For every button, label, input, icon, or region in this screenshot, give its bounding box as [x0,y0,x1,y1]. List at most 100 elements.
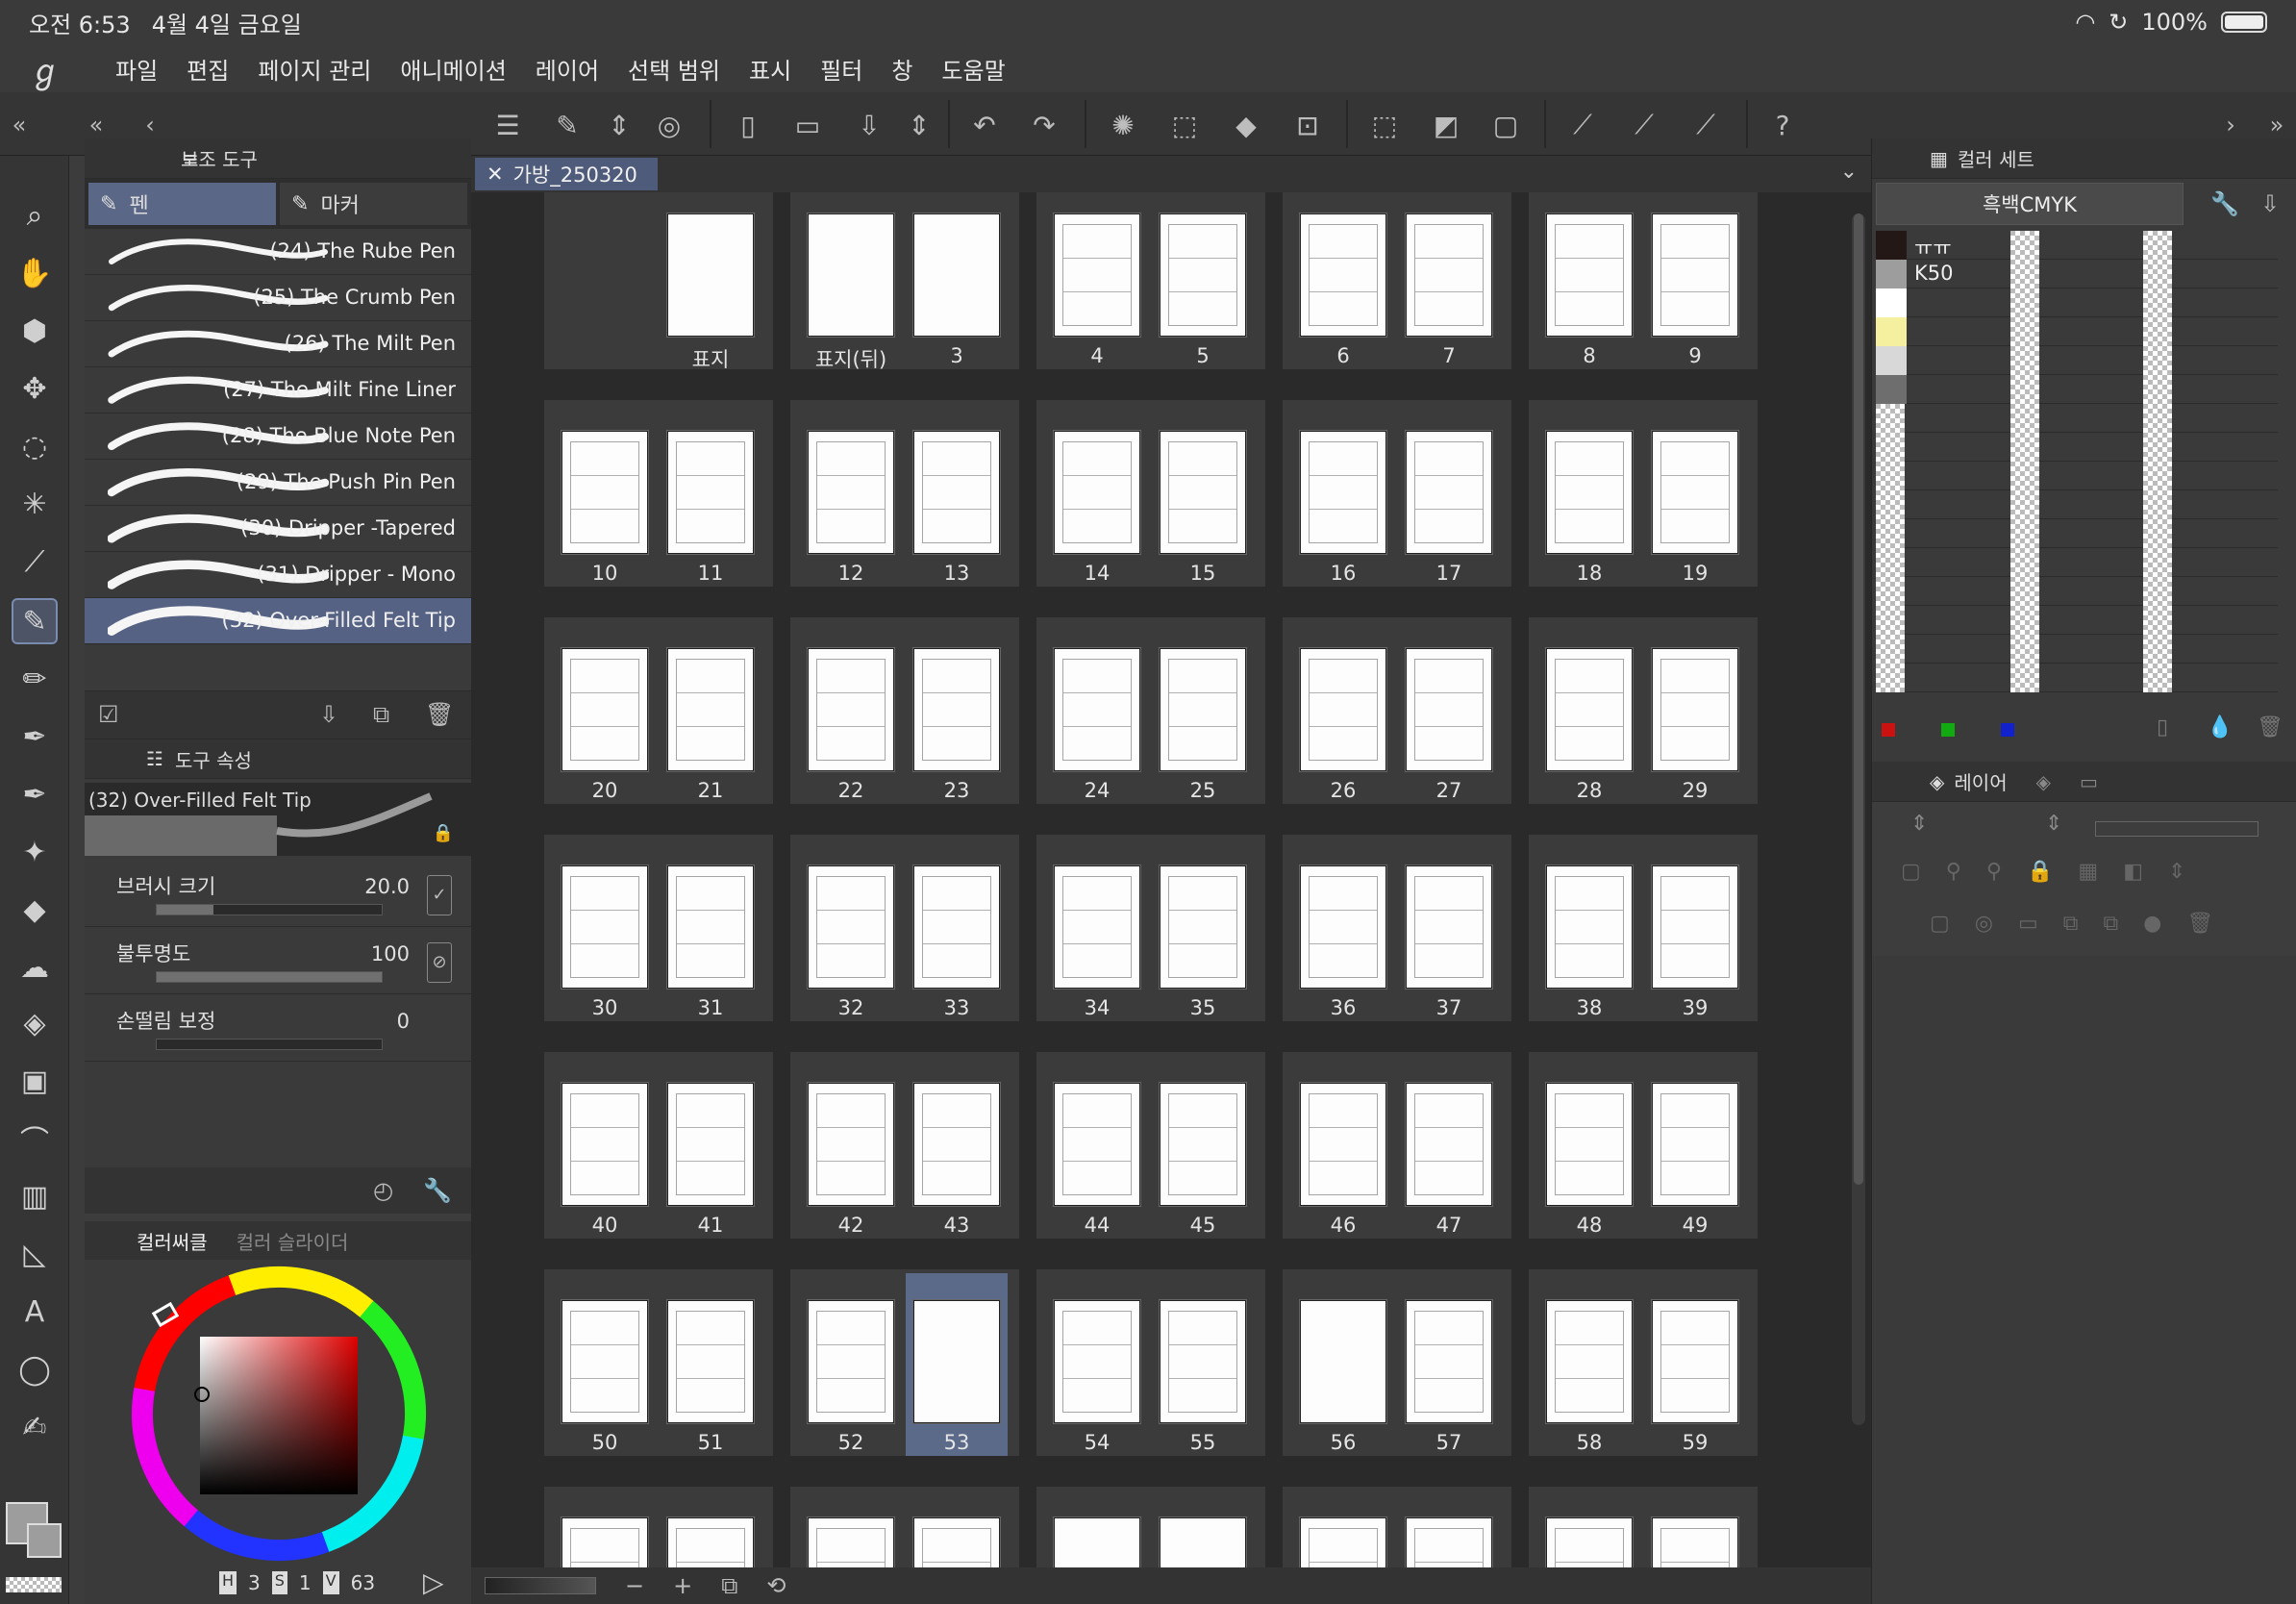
page-thumbnail[interactable] [807,647,895,772]
page-thumbnail[interactable] [1159,1082,1247,1207]
swatch-row[interactable] [1876,548,2278,577]
vertical-scrollbar[interactable] [1852,213,1865,1425]
redo-icon[interactable]: ↷ [1025,106,1063,144]
fill-tool-icon[interactable]: ◈ [13,1002,56,1044]
open-folder-icon[interactable]: ▭ [788,106,827,144]
opacity-bar[interactable] [2095,821,2259,837]
page-thumbnail[interactable] [1299,865,1387,990]
transparent-swatch[interactable] [2010,577,2039,606]
brush-item[interactable]: (31) Dripper - Mono [85,552,471,598]
text-icon[interactable]: A [13,1291,56,1333]
page-thumbnail[interactable] [807,213,895,338]
transparent-swatch[interactable] [2143,260,2172,288]
trash-icon[interactable]: 🗑 [425,701,454,728]
page-thumbnail[interactable] [1299,1516,1387,1567]
page-thumbnail[interactable] [1405,1516,1493,1567]
help-icon[interactable]: ? [1763,106,1802,144]
page-thumbnail[interactable] [912,1299,1001,1424]
transparent-swatch[interactable] [2010,317,2039,346]
rotate-icon[interactable]: ⟲ [766,1572,786,1599]
red-dot[interactable] [1882,723,1895,737]
page-thumbnail[interactable] [1651,1516,1739,1567]
page-thumbnail[interactable] [1405,647,1493,772]
page-thumbnail[interactable] [912,213,1001,338]
transparent-swatch[interactable] [2010,548,2039,577]
wrench-2-icon[interactable]: 🔧 [2210,190,2239,217]
color-swatch[interactable] [1876,433,1905,462]
page-thumbnail[interactable] [1651,865,1739,990]
pen-setting-icon[interactable]: ✎ [548,106,586,144]
page-thumbnail[interactable] [561,1299,649,1424]
transparent-swatch[interactable] [2143,231,2172,260]
fit-icon[interactable]: ⧉ [721,1572,737,1599]
transparent-swatch[interactable] [2010,346,2039,375]
drop-icon[interactable]: 💧 [2207,715,2233,739]
transparent-swatch[interactable] [2010,288,2039,317]
blend-icon[interactable]: ☁ [13,946,56,989]
property-slider[interactable] [156,971,383,983]
frame-icon[interactable]: ▥ [13,1175,56,1217]
tool-settings-icon[interactable]: ☑ [98,701,119,728]
eraser-icon[interactable]: ◆ [13,889,56,931]
lasso-icon[interactable]: ◌ [13,425,56,467]
page-thumbnail[interactable] [1545,647,1634,772]
page-thumbnail[interactable] [666,430,755,555]
page-thumbnail[interactable] [807,1299,895,1424]
tab-color-wheel[interactable]: 컬러써클 [137,1227,208,1255]
page-thumbnail[interactable] [1159,647,1247,772]
brush-stroke-icon[interactable]: ⟋ [1625,106,1663,144]
swatch-row[interactable] [1876,346,2278,375]
menu-filter[interactable]: 필터 [820,52,862,86]
tab-pen[interactable]: ✎ 펜 [88,183,276,225]
page-thumbnail[interactable] [1159,430,1247,555]
green-dot[interactable] [1941,723,1955,737]
page-thumbnail[interactable] [1053,213,1141,338]
transparent-swatch[interactable] [2010,404,2039,433]
brush-item[interactable]: (29) The Push Pin Pen [85,460,471,506]
page-thumbnail[interactable] [912,1082,1001,1207]
color-swatch[interactable] [1876,288,1907,317]
page-thumbnail[interactable] [1159,213,1247,338]
page-thumbnail[interactable] [561,1516,649,1567]
tab-marker[interactable]: ✎ 마커 [280,183,467,225]
page-thumbnail[interactable] [561,647,649,772]
menu-file[interactable]: 파일 [115,52,158,86]
swatch-row[interactable] [1876,606,2278,635]
chevron-down-icon[interactable]: ⌄ [1840,160,1858,184]
ruler-icon[interactable]: ⟋ [1563,106,1602,144]
color-swatch[interactable] [1876,375,1907,404]
page-thumbnail[interactable] [1651,647,1739,772]
tab-color-slider[interactable]: 컬러 슬라이더 [237,1227,349,1255]
transparent-swatch[interactable] [2143,462,2172,490]
page-thumbnail[interactable] [666,1516,755,1567]
pen-tool-icon[interactable]: ✎ [12,598,58,644]
magic-wand-icon[interactable]: ✳ [13,483,56,525]
color-swatch[interactable] [1876,231,1907,260]
transparent-swatch[interactable] [2010,606,2039,635]
page-thumbnail[interactable] [1545,865,1634,990]
transparent-swatch[interactable] [2010,664,2039,692]
select-icon[interactable]: ⬚ [1165,106,1204,144]
page-thumbnail[interactable] [1405,1299,1493,1424]
page-thumbnail[interactable] [1545,213,1634,338]
page-thumbnail[interactable] [807,865,895,990]
color-swatch[interactable] [1876,346,1907,375]
transparent-swatch[interactable] [2010,635,2039,664]
page-thumbnail[interactable] [561,430,649,555]
transparent-swatch[interactable] [2010,462,2039,490]
swatch-row[interactable]: ㅠㅠ [1876,231,2278,260]
page-thumbnail[interactable] [666,213,755,338]
zoom-slider[interactable] [485,1577,596,1594]
zoom-icon[interactable]: ⌕ [13,194,56,237]
brush-item[interactable]: (24) The Rube Pen [85,229,471,275]
transparent-swatch[interactable] [2010,433,2039,462]
page-thumbnail[interactable] [1299,213,1387,338]
page-thumbnail[interactable] [1299,430,1387,555]
new-file-icon[interactable]: ▯ [729,106,767,144]
menu-layer[interactable]: 레이어 [536,52,599,86]
page-thumbnail[interactable] [1651,1082,1739,1207]
layer-tab-2-icon[interactable]: ◈ [2036,770,2051,793]
brush-item[interactable]: (26) The Milt Pen [85,321,471,367]
transparent-swatch[interactable] [2143,317,2172,346]
pressure-toggle-icon[interactable]: ✓ [427,875,452,915]
